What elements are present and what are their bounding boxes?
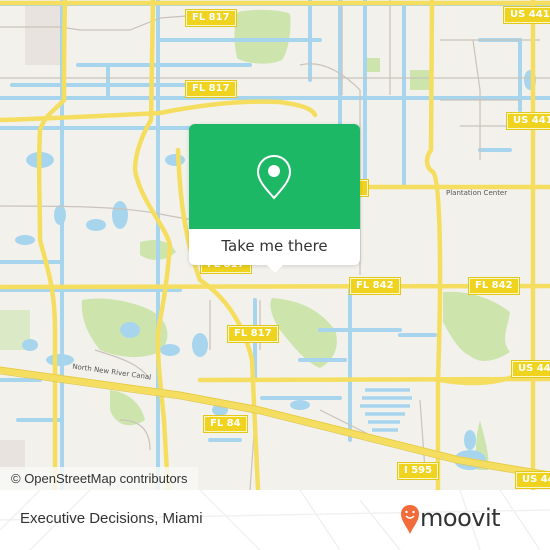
shield-fl-842-east: FL 842	[468, 277, 520, 295]
shield-us-441-north: US 441	[503, 6, 550, 24]
popup-header[interactable]	[189, 124, 360, 229]
shield-fl-84: FL 84	[203, 415, 248, 433]
moovit-logo-icon	[401, 505, 419, 534]
shield-fl-817-south: FL 817	[227, 325, 279, 343]
destination-popup[interactable]: Take me there	[189, 124, 360, 273]
take-me-there-button[interactable]: Take me there	[189, 229, 360, 265]
commercial-area	[25, 5, 63, 65]
shield-us-441-upper: US 441	[506, 112, 550, 130]
shield-us-441-mid: US 441	[511, 360, 550, 378]
area-label: Plantation Center	[446, 189, 508, 197]
place-name: Executive Decisions, Miami	[20, 510, 203, 527]
shield-fl-817-north: FL 817	[185, 9, 237, 27]
location-pin-icon	[256, 154, 292, 200]
moovit-brand-text: moovit	[420, 504, 501, 532]
commercial-area	[0, 440, 25, 470]
popup-pointer	[266, 264, 284, 273]
map-attribution[interactable]: © OpenStreetMap contributors	[0, 467, 198, 490]
marina-canals	[360, 388, 412, 432]
shield-us-441-south: US 441	[515, 471, 550, 489]
shield-fl-817-upper: FL 817	[185, 80, 237, 98]
shield-fl-842-west: FL 842	[349, 277, 401, 295]
map-view[interactable]: FL 817 FL 817 FL 817 FL 817 US 441 US 44…	[0, 0, 550, 490]
shield-i-595: I 595	[396, 462, 440, 480]
footer-bar: Executive Decisions, Miami moovit	[0, 490, 550, 550]
